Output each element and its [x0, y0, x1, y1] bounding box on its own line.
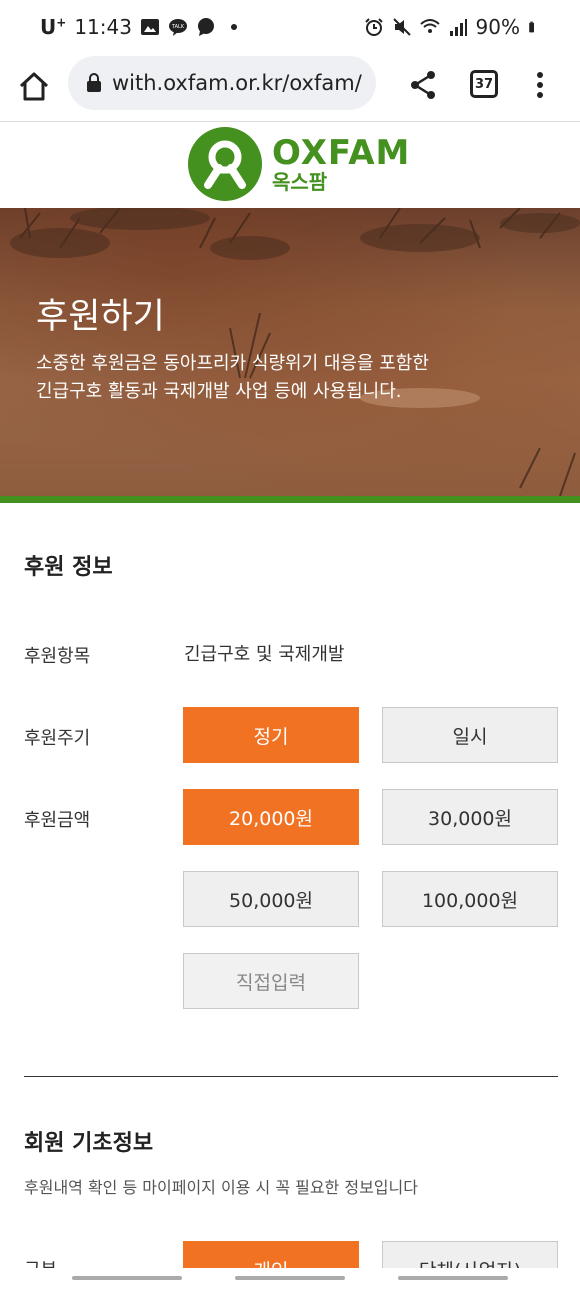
- chat-notification-icon: [197, 18, 214, 36]
- status-bar: U+ 11:43 TALK 90%: [0, 0, 580, 56]
- donation-cycle-label: 후원주기: [24, 728, 91, 749]
- amount-100000-button[interactable]: 100,000원: [382, 871, 558, 927]
- amount-20000-button[interactable]: 20,000원: [183, 789, 359, 845]
- site-header: OXFAM 옥스팜: [0, 123, 580, 208]
- carrier-label: U+: [40, 15, 67, 39]
- member-info-title: 회원 기초정보: [24, 1131, 154, 1156]
- amount-30000-button[interactable]: 30,000원: [382, 789, 558, 845]
- donation-item-label: 후원항목: [24, 646, 91, 667]
- gesture-navigation-bar: [0, 1268, 580, 1289]
- nav-back-pill[interactable]: [398, 1276, 508, 1280]
- hero-description: 소중한 후원금은 동아프리카 식량위기 대응을 포함한 긴급구호 활동과 국제개…: [36, 353, 429, 402]
- home-icon[interactable]: [16, 68, 52, 104]
- address-bar[interactable]: with.oxfam.or.kr/oxfam/: [68, 56, 376, 110]
- custom-amount-button[interactable]: 직접입력: [183, 953, 359, 1009]
- nav-recents-pill[interactable]: [72, 1276, 182, 1280]
- wifi-icon: [419, 19, 440, 33]
- overflow-menu-icon[interactable]: [528, 68, 552, 102]
- svg-text:TALK: TALK: [171, 24, 185, 30]
- tab-count: 37: [474, 76, 494, 92]
- nav-home-pill[interactable]: [235, 1276, 345, 1280]
- donation-amount-label: 후원금액: [24, 810, 91, 831]
- share-icon[interactable]: [406, 68, 440, 102]
- amount-50000-button[interactable]: 50,000원: [183, 871, 359, 927]
- hero-title: 후원하기: [36, 297, 165, 337]
- donation-info-title: 후원 정보: [24, 555, 113, 580]
- logo-name-en: OXFAM: [272, 133, 411, 173]
- signal-icon: [449, 19, 467, 36]
- cycle-regular-button[interactable]: 정기: [183, 707, 359, 763]
- oxfam-logo[interactable]: OXFAM 옥스팜: [188, 127, 410, 201]
- battery-percent: 90%: [475, 15, 520, 39]
- hero-banner: 후원하기 소중한 후원금은 동아프리카 식량위기 대응을 포함한 긴급구호 활동…: [0, 208, 580, 496]
- tab-switcher-button[interactable]: 37: [470, 70, 498, 98]
- hero-accent-bar: [0, 496, 580, 503]
- browser-toolbar: with.oxfam.or.kr/oxfam/ 37: [0, 56, 580, 122]
- alarm-icon: [364, 18, 383, 36]
- more-notifications-dot-icon: [230, 24, 237, 30]
- mute-icon: [392, 18, 411, 36]
- cycle-onetime-button[interactable]: 일시: [382, 707, 558, 763]
- clock: 11:43: [74, 15, 132, 39]
- member-info-description: 후원내역 확인 등 마이페이지 이용 시 꼭 필요한 정보입니다: [24, 1178, 418, 1197]
- oxfam-logo-icon: [188, 127, 262, 201]
- talk-notification-icon: TALK: [168, 19, 187, 36]
- section-divider: [24, 1076, 558, 1077]
- url-text: with.oxfam.or.kr/oxfam/: [112, 71, 362, 95]
- battery-icon: [529, 21, 534, 33]
- gallery-notification-icon: [140, 19, 159, 35]
- logo-name-ko: 옥스팜: [272, 170, 328, 194]
- lock-icon: [87, 73, 101, 92]
- donation-item-value: 긴급구호 및 국제개발: [184, 644, 345, 665]
